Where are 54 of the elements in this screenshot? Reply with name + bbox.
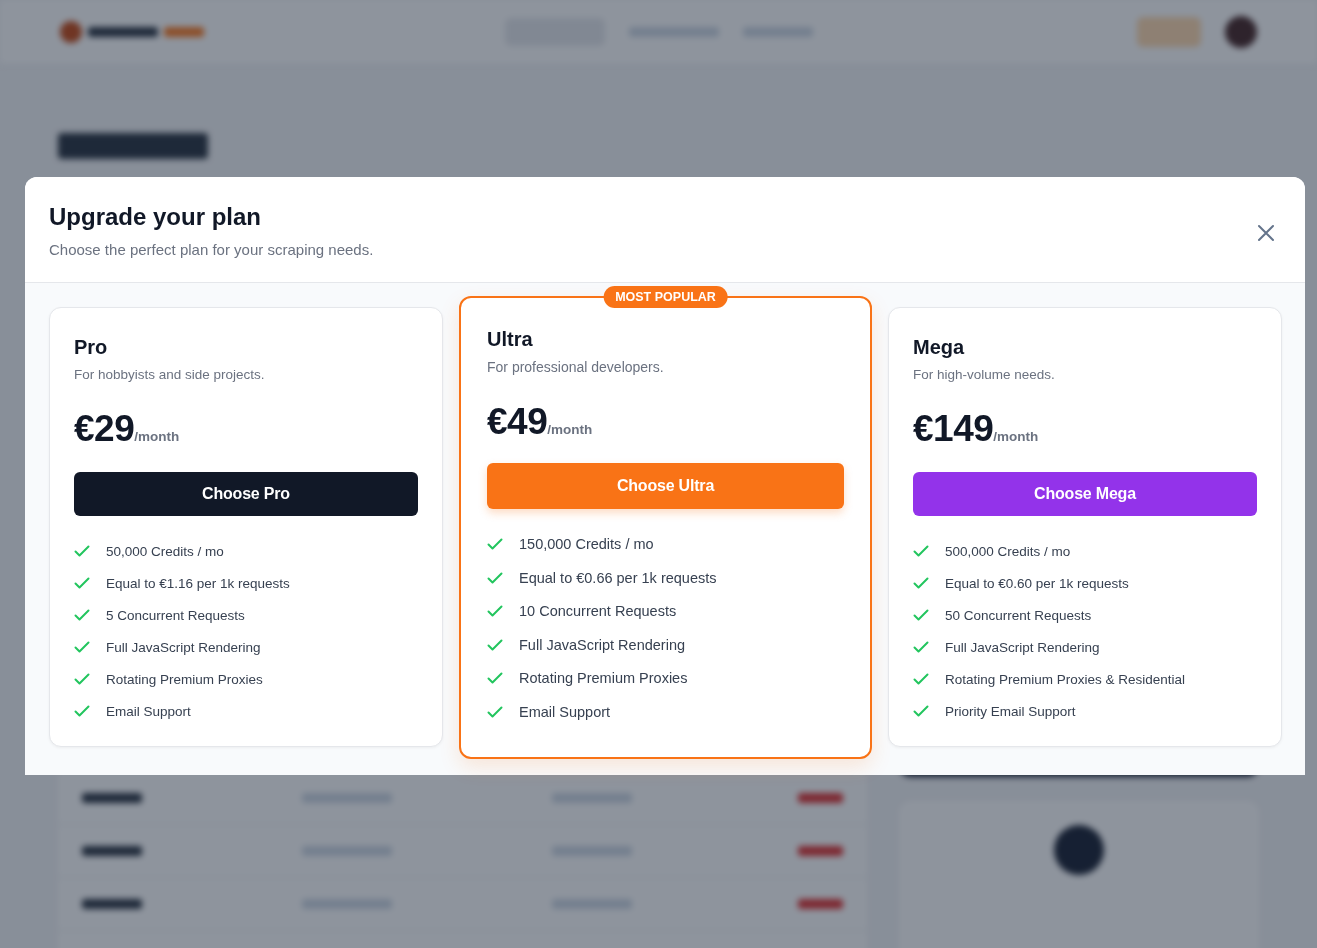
feature-text: 50 Concurrent Requests	[945, 607, 1092, 623]
check-icon	[487, 672, 503, 684]
feature-text: 150,000 Credits / mo	[519, 536, 654, 552]
popular-badge: MOST POPULAR	[603, 286, 728, 308]
plan-price: €29	[74, 408, 135, 450]
check-icon	[74, 641, 90, 653]
check-icon	[74, 609, 90, 621]
plan-description: For professional developers.	[487, 359, 665, 375]
feature-text: Full JavaScript Rendering	[519, 636, 686, 653]
plan-price: €149	[913, 408, 994, 450]
feature-text: Priority Email Support	[945, 703, 1076, 719]
feature-text: Rotating Premium Proxies	[519, 670, 688, 686]
plan-description: For hobbyists and side projects.	[74, 367, 266, 382]
feature-text: 10 Concurrent Requests	[519, 603, 677, 619]
feature-text: Email Support	[106, 703, 191, 719]
check-icon	[487, 571, 503, 584]
plan-price: €49	[487, 401, 548, 443]
check-icon	[913, 641, 929, 653]
feature-text: Equal to €0.60 per 1k requests	[945, 575, 1129, 591]
check-icon	[74, 673, 90, 685]
feature-text: 500,000 Credits / mo	[945, 543, 1071, 559]
check-icon	[913, 705, 929, 717]
check-icon	[74, 545, 90, 557]
feature-text: Full JavaScript Rendering	[106, 639, 261, 655]
feature-text: Rotating Premium Proxies & Residential	[945, 671, 1186, 687]
price-period: /month	[547, 422, 593, 437]
plan-name: Ultra	[487, 328, 534, 351]
check-icon	[913, 545, 929, 557]
feature-text: 50,000 Credits / mo	[106, 543, 224, 559]
choose-plan-button[interactable]: Choose Ultra	[487, 463, 844, 509]
choose-plan-button[interactable]: Choose Mega	[913, 472, 1257, 516]
dialog-subtitle: Choose the perfect plan for your scraping needs.	[49, 241, 374, 258]
price-period: /month	[993, 429, 1039, 444]
check-icon	[913, 577, 929, 589]
feature-text: Equal to €1.16 per 1k requests	[106, 575, 290, 591]
feature-text: Full JavaScript Rendering	[945, 639, 1100, 655]
check-icon	[913, 673, 929, 685]
check-icon	[74, 705, 90, 717]
dialog-title: Upgrade your plan	[49, 203, 263, 231]
check-icon	[487, 705, 503, 718]
feature-text: Rotating Premium Proxies	[106, 671, 263, 687]
plan-name: Pro	[74, 336, 109, 359]
feature-text: 5 Concurrent Requests	[106, 607, 245, 623]
plan-description: For high-volume needs.	[913, 367, 1056, 382]
choose-plan-button[interactable]: Choose Pro	[74, 472, 418, 516]
feature-text: Email Support	[519, 703, 611, 720]
price-period: /month	[134, 429, 180, 444]
feature-text: Equal to €0.66 per 1k requests	[519, 569, 717, 586]
plan-name: Mega	[913, 336, 966, 359]
check-icon	[487, 538, 503, 550]
check-icon	[487, 605, 503, 617]
check-icon	[487, 638, 503, 651]
check-icon	[913, 609, 929, 621]
check-icon	[74, 577, 90, 589]
